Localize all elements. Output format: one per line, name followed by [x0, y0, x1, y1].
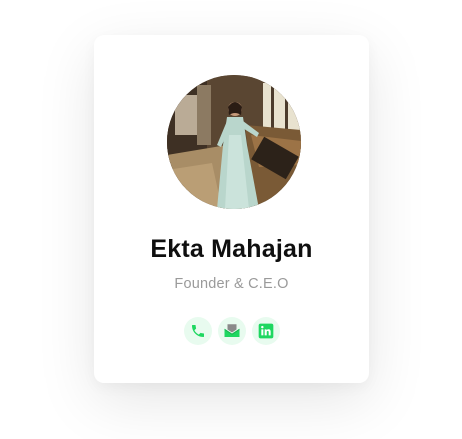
profile-name: Ekta Mahajan	[150, 235, 313, 263]
linkedin-icon	[258, 323, 273, 339]
email-button[interactable]	[217, 317, 246, 345]
social-links	[94, 317, 369, 345]
avatar-photo	[167, 75, 301, 209]
page-background: Ekta Mahajan Founder & C.E.O	[0, 0, 462, 439]
phone-button[interactable]	[183, 317, 212, 345]
avatar	[167, 75, 301, 209]
profile-card: Ekta Mahajan Founder & C.E.O	[94, 35, 369, 383]
mail-icon	[224, 324, 239, 337]
profile-role: Founder & C.E.O	[174, 276, 289, 292]
linkedin-button[interactable]	[251, 317, 280, 345]
phone-icon	[191, 325, 204, 337]
